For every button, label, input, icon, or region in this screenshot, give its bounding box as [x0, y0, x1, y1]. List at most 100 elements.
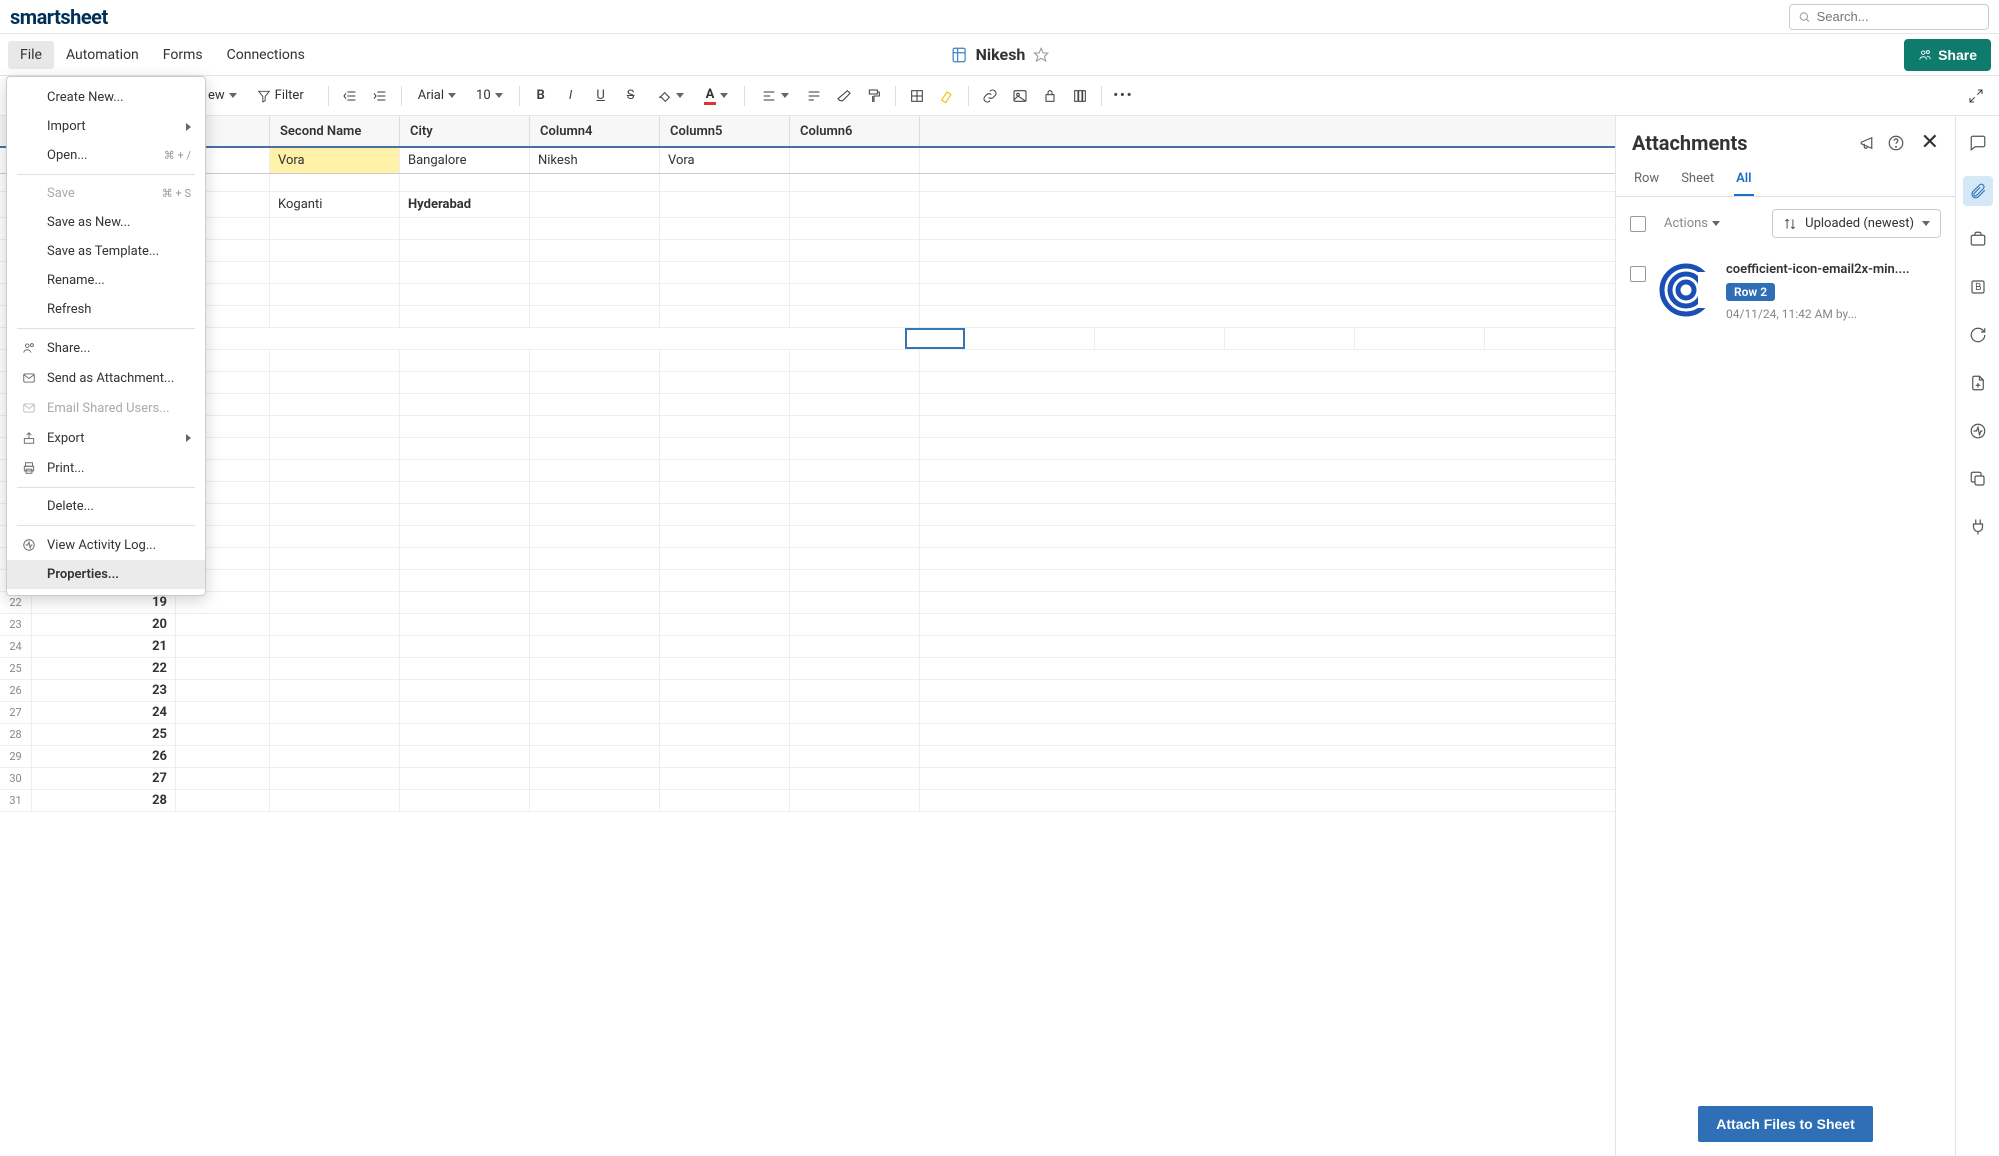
menu-properties[interactable]: Properties...	[7, 560, 205, 589]
cell[interactable]: 24	[32, 702, 176, 723]
brandfolder-rail-button[interactable]	[1963, 272, 1993, 302]
underline-button[interactable]: U	[588, 83, 614, 109]
menu-file[interactable]: File	[8, 41, 54, 69]
table-row[interactable]	[0, 394, 1615, 416]
tab-row[interactable]: Row	[1632, 163, 1661, 196]
menu-save-as-template[interactable]: Save as Template...	[7, 237, 205, 266]
font-dropdown[interactable]: Arial	[410, 84, 464, 107]
outdent-button[interactable]	[337, 83, 363, 109]
menu-delete[interactable]: Delete...	[7, 492, 205, 521]
cell[interactable]	[790, 174, 920, 191]
table-row[interactable]	[0, 570, 1615, 592]
publish-rail-button[interactable]	[1963, 368, 1993, 398]
view-dropdown[interactable]: ew	[200, 84, 245, 107]
font-size-dropdown[interactable]: 10	[468, 84, 511, 107]
bold-button[interactable]: B	[528, 83, 554, 109]
more-button[interactable]: •••	[1110, 83, 1136, 109]
table-row[interactable]	[0, 482, 1615, 504]
cell[interactable]	[660, 174, 790, 191]
table-row[interactable]: 2724	[0, 702, 1615, 724]
menu-activity-log[interactable]: View Activity Log...	[7, 530, 205, 560]
table-row[interactable]: 2219	[0, 592, 1615, 614]
filter-button[interactable]: Filter	[249, 84, 312, 107]
attachment-item[interactable]: coefficient-icon-email2x-min.... Row 2 0…	[1616, 250, 1955, 333]
cell[interactable]: 26	[32, 746, 176, 767]
menu-save[interactable]: Save⌘ + S	[7, 179, 205, 208]
align-button[interactable]	[753, 84, 797, 108]
comments-rail-button[interactable]	[1963, 128, 1993, 158]
table-row[interactable]	[0, 504, 1615, 526]
lock-button[interactable]	[1037, 83, 1063, 109]
selected-cell[interactable]	[905, 328, 965, 349]
actions-dropdown[interactable]: Actions	[1656, 212, 1728, 235]
menu-connections[interactable]: Connections	[215, 41, 317, 69]
column-header[interactable]: Second Name	[270, 116, 400, 146]
column-header[interactable]: Column5	[660, 116, 790, 146]
cell[interactable]: Koganti	[270, 192, 400, 217]
table-row[interactable]	[0, 350, 1615, 372]
cell[interactable]: 25	[32, 724, 176, 745]
menu-email-shared-users[interactable]: Email Shared Users...	[7, 393, 205, 423]
table-row[interactable]	[0, 174, 1615, 192]
table-row[interactable]	[0, 240, 1615, 262]
cell[interactable]: Vora	[660, 148, 790, 173]
borders-button[interactable]	[904, 83, 930, 109]
cell[interactable]: 27	[32, 768, 176, 789]
menu-send-attachment[interactable]: Send as Attachment...	[7, 363, 205, 393]
star-icon[interactable]	[1033, 47, 1049, 63]
proofs-rail-button[interactable]	[1963, 224, 1993, 254]
cell[interactable]	[270, 174, 400, 191]
cell[interactable]: 28	[32, 790, 176, 811]
help-icon[interactable]	[1887, 134, 1905, 152]
menu-import[interactable]: Import	[7, 112, 205, 141]
tab-sheet[interactable]: Sheet	[1679, 163, 1716, 196]
cell[interactable]: Bangalore	[400, 148, 530, 173]
search-box[interactable]	[1789, 4, 1989, 30]
menu-export[interactable]: Export	[7, 423, 205, 453]
table-row[interactable]	[0, 438, 1615, 460]
table-row[interactable]	[0, 306, 1615, 328]
cell[interactable]	[790, 148, 920, 173]
cell[interactable]	[790, 192, 920, 217]
table-row[interactable]: 2623	[0, 680, 1615, 702]
italic-button[interactable]: I	[558, 83, 584, 109]
strike-button[interactable]: S	[618, 83, 644, 109]
menu-refresh[interactable]: Refresh	[7, 295, 205, 324]
table-row[interactable]: 3027	[0, 768, 1615, 790]
highlight-button[interactable]	[934, 83, 960, 109]
menu-share[interactable]: Share...	[7, 333, 205, 363]
cell[interactable]	[400, 174, 530, 191]
menu-automation[interactable]: Automation	[54, 41, 151, 69]
cell[interactable]: Hyderabad	[400, 192, 530, 217]
table-row[interactable]: 2926	[0, 746, 1615, 768]
link-button[interactable]	[977, 83, 1003, 109]
search-input[interactable]	[1817, 9, 1980, 24]
fill-color-button[interactable]	[648, 84, 692, 108]
attach-files-button[interactable]: Attach Files to Sheet	[1698, 1106, 1872, 1142]
menu-open[interactable]: Open...⌘ + /	[7, 141, 205, 170]
menu-forms[interactable]: Forms	[151, 41, 215, 69]
column-header[interactable]: City	[400, 116, 530, 146]
cell[interactable]	[530, 192, 660, 217]
grid-area[interactable]: Second Name City Column4 Column5 Column6…	[0, 116, 1615, 1156]
menu-print[interactable]: Print...	[7, 453, 205, 483]
integrations-rail-button[interactable]	[1963, 512, 1993, 542]
table-row[interactable]: 2522	[0, 658, 1615, 680]
announce-icon[interactable]	[1859, 134, 1877, 152]
menu-rename[interactable]: Rename...	[7, 266, 205, 295]
table-row[interactable]: Koganti Hyderabad	[0, 192, 1615, 218]
update-requests-rail-button[interactable]	[1963, 320, 1993, 350]
clear-format-button[interactable]	[831, 83, 857, 109]
cell[interactable]	[660, 192, 790, 217]
table-row[interactable]	[0, 416, 1615, 438]
table-row[interactable]	[0, 372, 1615, 394]
column-header[interactable]: Column4	[530, 116, 660, 146]
table-row[interactable]: Vora Bangalore Nikesh Vora	[0, 148, 1615, 174]
summary-rail-button[interactable]	[1963, 464, 1993, 494]
table-row[interactable]	[0, 284, 1615, 306]
tab-all[interactable]: All	[1734, 163, 1753, 196]
cell[interactable]: 21	[32, 636, 176, 657]
column-settings-button[interactable]	[1067, 83, 1093, 109]
cell[interactable]	[530, 174, 660, 191]
table-row[interactable]	[0, 526, 1615, 548]
